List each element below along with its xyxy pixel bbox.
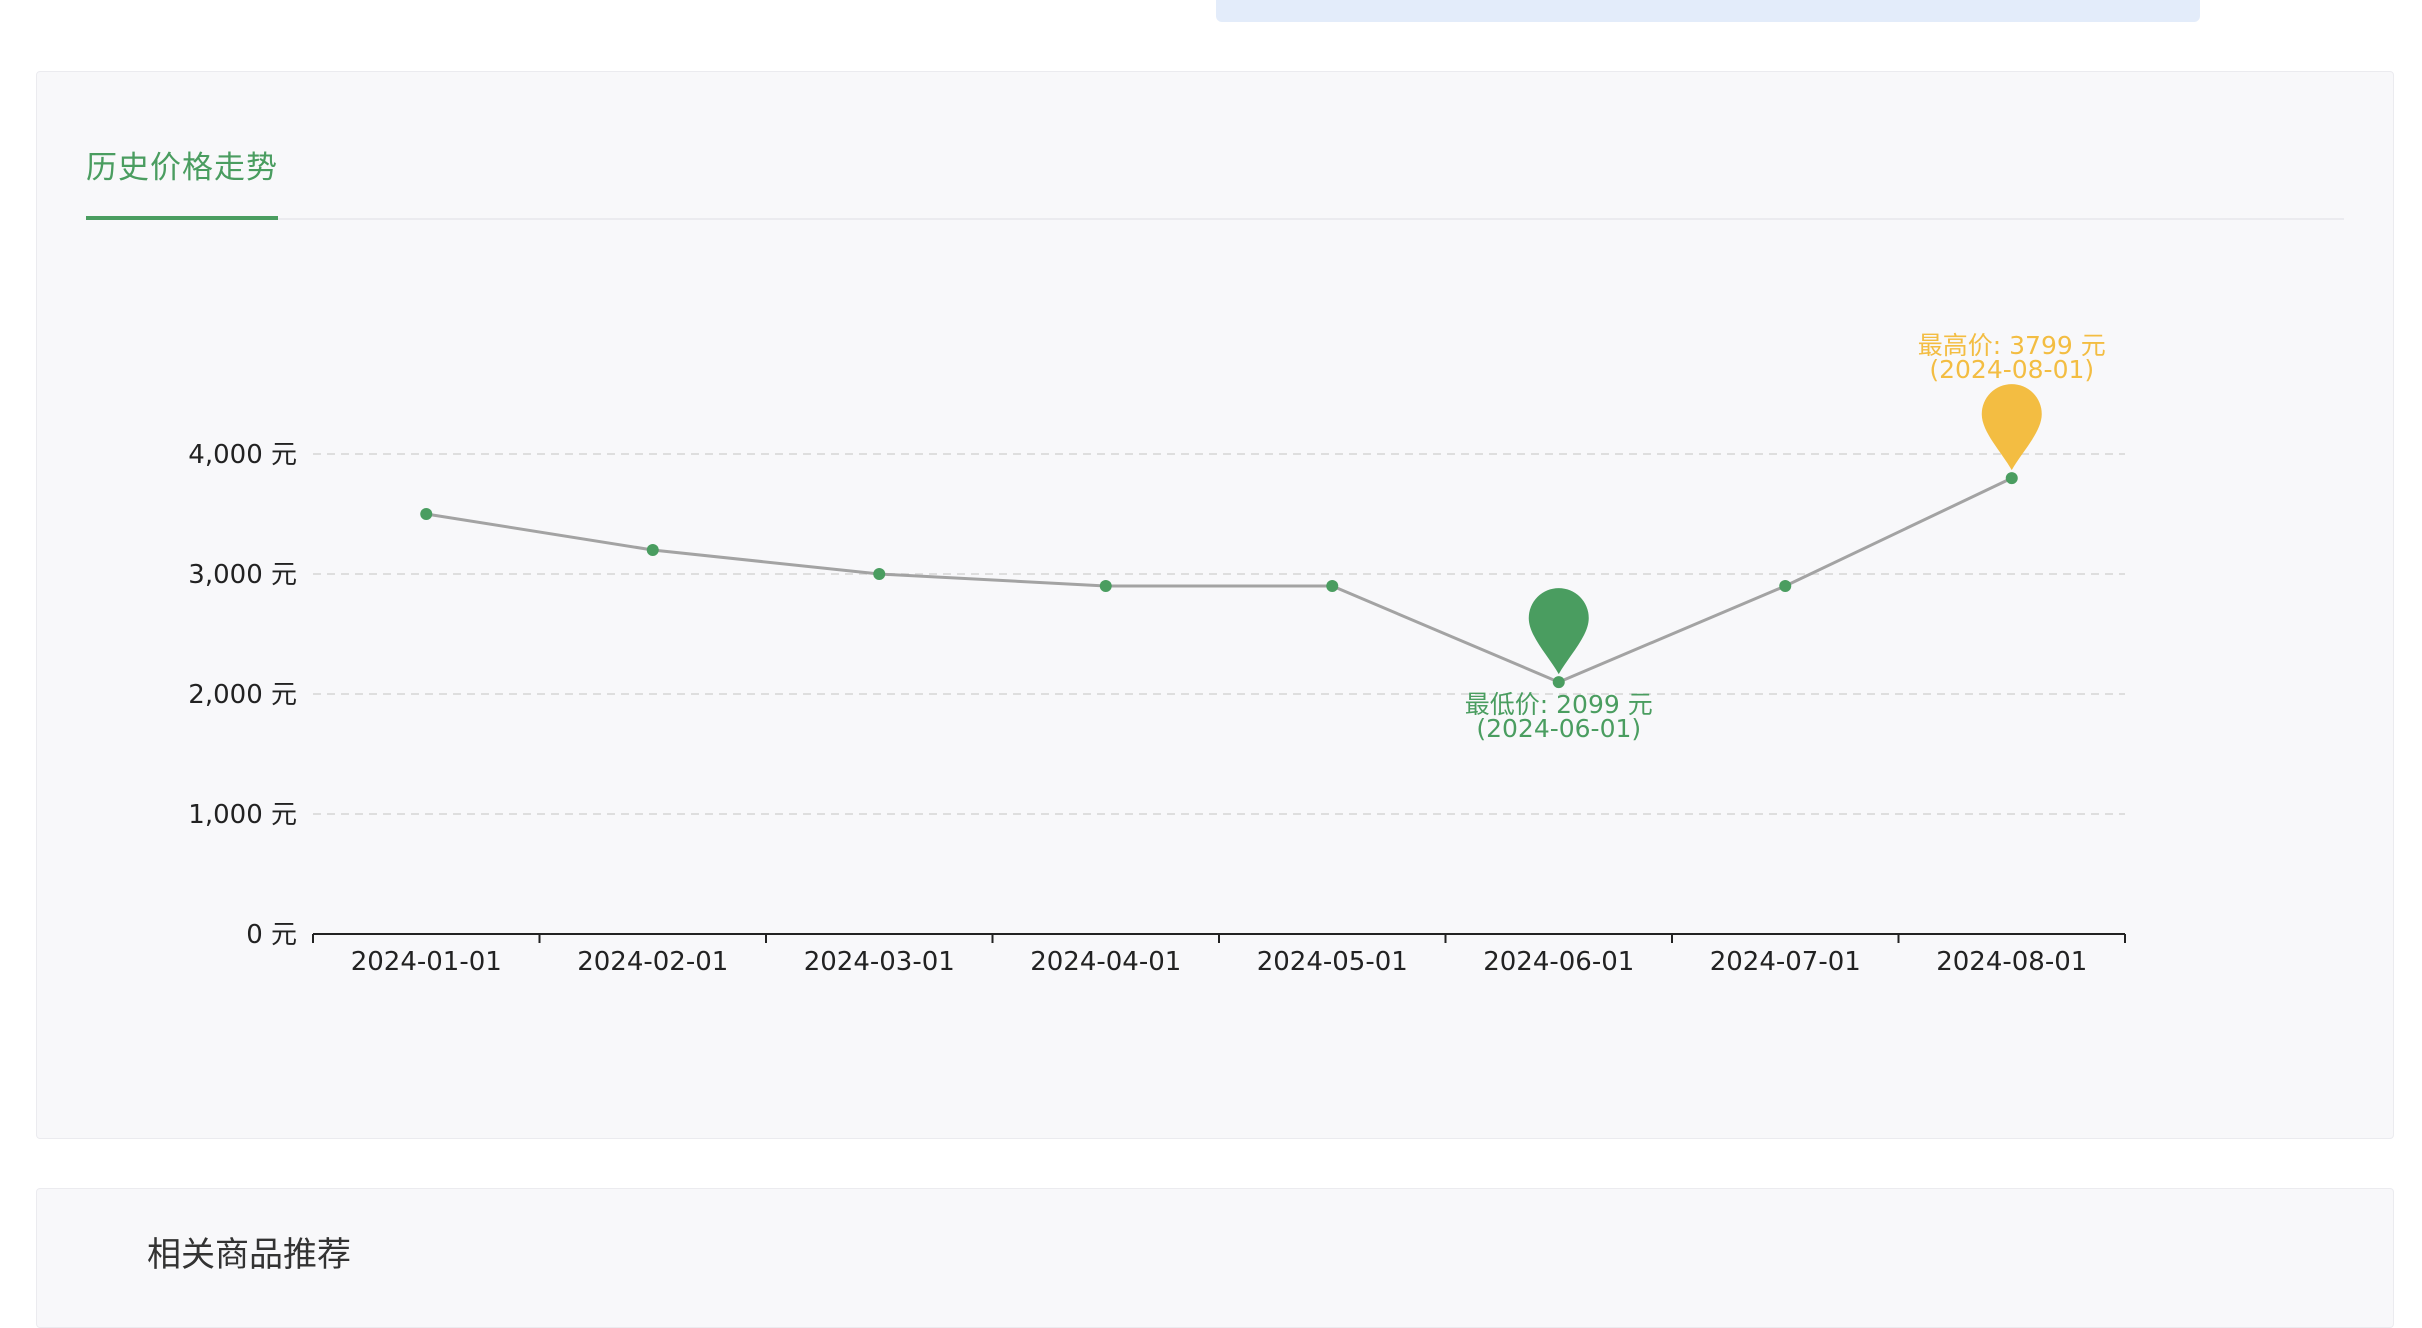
min-price-date: (2024-06-01) [1476,714,1641,743]
price-point [1552,676,1565,689]
x-tick-label: 2024-02-01 [577,947,728,977]
price-point [873,568,886,580]
y-tick-label: 0 元 [246,920,297,950]
x-tick-label: 2024-06-01 [1483,947,1634,977]
price-history-card: 历史价格走势 0 元 1,000 元 2,000 元 3,000 元 4,000 元 20… [36,71,2394,1139]
price-point [1099,580,1112,592]
x-tick-label: 2024-07-01 [1710,947,1861,977]
price-point [1326,580,1339,592]
price-point [646,544,659,556]
x-tick-label: 2024-01-01 [351,947,502,977]
price-point [2005,472,2018,485]
price-chart: 0 元 1,000 元 2,000 元 3,000 元 4,000 元 2024-01-0… [37,72,2395,1140]
related-products-title: 相关商品推荐 [147,1235,351,1275]
x-tick-label: 2024-04-01 [1030,947,1181,977]
y-tick-label: 4,000 元 [188,440,297,470]
top-banner[interactable] [1216,0,2200,22]
y-tick-label: 1,000 元 [188,800,297,830]
price-point [420,508,433,520]
related-products-card: 相关商品推荐 [36,1188,2394,1328]
price-series-line [426,476,2013,684]
y-tick-label: 2,000 元 [188,680,297,710]
x-tick-label: 2024-08-01 [1936,947,2087,977]
y-tick-label: 3,000 元 [188,560,297,590]
x-tick-label: 2024-05-01 [1257,947,1408,977]
x-tick-label: 2024-03-01 [804,947,955,977]
min-price-marker [1528,588,1589,675]
max-price-marker [1981,384,2042,471]
price-point [1779,580,1792,592]
max-price-date: (2024-08-01) [1929,355,2094,384]
price-chart-svg: 0 元 1,000 元 2,000 元 3,000 元 4,000 元 2024-01-0… [188,331,2126,977]
